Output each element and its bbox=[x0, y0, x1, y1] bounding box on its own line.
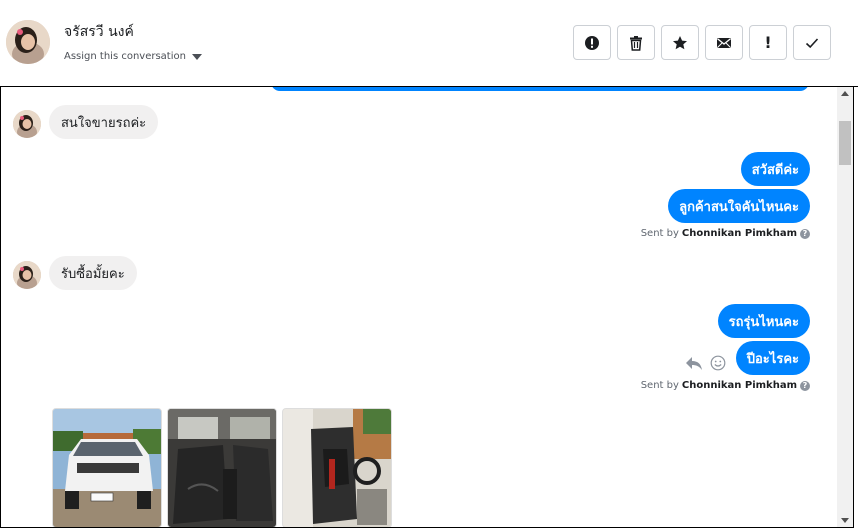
help-icon[interactable]: ? bbox=[800, 380, 810, 391]
incoming-message[interactable]: สนใจขายรถค่ะ bbox=[49, 105, 159, 139]
assign-conversation-dropdown[interactable]: Assign this conversation bbox=[64, 51, 202, 62]
star-icon bbox=[673, 35, 687, 49]
sent-by-label: Sent by Chonnikan Pimkham ? bbox=[641, 228, 810, 239]
outgoing-message[interactable]: รถรุ่นไหนคะ bbox=[717, 304, 810, 338]
sender-avatar bbox=[13, 261, 41, 289]
outgoing-message[interactable]: ลูกค้าสนใจคันไหนคะ bbox=[668, 189, 810, 223]
reply-icon[interactable] bbox=[685, 355, 703, 371]
incoming-message[interactable]: รับซื้อมั้ยคะ bbox=[49, 256, 137, 290]
scroll-up-icon[interactable] bbox=[841, 91, 849, 96]
smiley-icon[interactable] bbox=[710, 355, 726, 371]
help-icon[interactable]: ? bbox=[800, 228, 810, 239]
action-toolbar: ! bbox=[573, 25, 831, 60]
delete-button[interactable] bbox=[617, 25, 655, 60]
done-button[interactable] bbox=[793, 25, 831, 60]
trash-icon bbox=[630, 35, 642, 51]
spam-button[interactable] bbox=[573, 25, 611, 60]
exclamation-icon: ! bbox=[764, 33, 772, 52]
conversation-header: จรัสรวี นงค์ Assign this conversation ! bbox=[0, 0, 858, 87]
agent-name[interactable]: Chonnikan Pimkham bbox=[682, 228, 797, 239]
outgoing-message[interactable]: สวัสดีค่ะ bbox=[740, 152, 810, 186]
star-button[interactable] bbox=[661, 25, 699, 60]
agent-name[interactable]: Chonnikan Pimkham bbox=[682, 380, 797, 391]
attachment-photo-car-front[interactable] bbox=[52, 408, 162, 527]
checkmark-icon bbox=[805, 37, 819, 48]
sender-avatar bbox=[13, 110, 41, 138]
contact-name: จรัสรวี นงค์ bbox=[64, 24, 134, 40]
scroll-down-icon[interactable] bbox=[841, 518, 849, 523]
envelope-icon bbox=[717, 37, 731, 48]
contact-avatar[interactable] bbox=[6, 20, 50, 64]
thread-scrollbar[interactable] bbox=[837, 87, 853, 527]
caret-down-icon bbox=[191, 53, 202, 60]
sent-by-label: Sent by Chonnikan Pimkham ? bbox=[641, 380, 810, 391]
alert-circle-icon bbox=[585, 35, 599, 50]
important-button[interactable]: ! bbox=[749, 25, 787, 60]
message-thread[interactable]: สนใจขายรถค่ะ สวัสดีค่ะ ลูกค้าสนใจคันไหนค… bbox=[0, 87, 854, 528]
previous-message-bubble bbox=[271, 87, 809, 91]
assign-label: Assign this conversation bbox=[64, 51, 186, 62]
attachment-photo-car-seat[interactable] bbox=[282, 408, 392, 527]
outgoing-message[interactable]: ปีอะไรคะ bbox=[735, 341, 810, 375]
mark-unread-button[interactable] bbox=[705, 25, 743, 60]
scroll-thumb[interactable] bbox=[839, 121, 851, 165]
attachment-photo-car-interior[interactable] bbox=[167, 408, 277, 527]
